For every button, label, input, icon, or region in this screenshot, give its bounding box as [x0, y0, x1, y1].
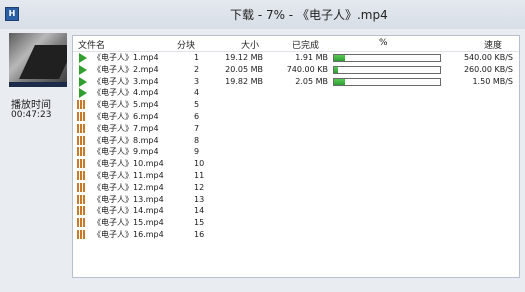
waiting-icon — [77, 135, 88, 146]
waiting-icon — [77, 111, 88, 122]
block-number: 10 — [194, 159, 205, 169]
table-row[interactable]: 《电子人》2.mp4 2 20.05 MB 740.00 KB 260.00 KB/S — [73, 64, 519, 76]
file-name: 《电子人》15.mp4 — [93, 218, 164, 228]
left-panel: 播放时间 00:47:23 — [0, 29, 70, 292]
file-name: 《电子人》13.mp4 — [93, 194, 164, 204]
progress-bar — [333, 65, 441, 74]
table-row[interactable]: 《电子人》8.mp4 8 — [73, 135, 519, 147]
progress-fill — [334, 78, 345, 85]
block-number: 9 — [194, 147, 200, 157]
table-row[interactable]: 《电子人》5.mp4 5 — [73, 99, 519, 111]
waiting-icon — [77, 194, 88, 205]
column-header-name[interactable]: 文件名 — [78, 38, 105, 51]
play-icon — [79, 64, 87, 75]
block-number: 7 — [194, 123, 200, 133]
file-list[interactable]: 文件名 分块 大小 已完成 % 速度 《电子人》1.mp4 1 19.12 MB 1.… — [72, 35, 520, 278]
block-number: 6 — [194, 111, 200, 121]
app-icon[interactable]: H — [5, 7, 19, 21]
block-number: 11 — [194, 170, 205, 180]
file-name: 《电子人》8.mp4 — [93, 135, 159, 145]
file-name: 《电子人》2.mp4 — [93, 64, 159, 74]
table-row[interactable]: 《电子人》16.mp4 16 — [73, 229, 519, 241]
column-header-speed[interactable]: 速度 — [484, 38, 502, 51]
play-icon — [79, 76, 87, 87]
waiting-icon — [77, 182, 88, 193]
block-number: 3 — [194, 76, 200, 86]
video-thumbnail[interactable] — [9, 33, 67, 87]
download-speed: 540.00 KB/S — [463, 53, 513, 62]
file-name: 《电子人》1.mp4 — [93, 53, 159, 62]
block-number: 1 — [194, 53, 200, 62]
file-name: 《电子人》11.mp4 — [93, 170, 164, 180]
progress-bar — [333, 77, 441, 86]
file-name: 《电子人》7.mp4 — [93, 123, 159, 133]
file-size: 20.05 MB — [225, 64, 263, 74]
table-row[interactable]: 《电子人》6.mp4 6 — [73, 111, 519, 123]
window-title: 下载 - 7% - 《电子人》.mp4 — [230, 8, 388, 22]
column-header-size[interactable]: 大小 — [241, 38, 259, 51]
download-speed: 260.00 KB/S — [463, 64, 513, 74]
play-icon — [79, 88, 87, 99]
block-number: 15 — [194, 218, 205, 228]
file-name: 《电子人》14.mp4 — [93, 206, 164, 216]
completed-size: 2.05 MB — [295, 76, 328, 86]
table-row[interactable]: 《电子人》10.mp4 10 — [73, 158, 519, 170]
download-speed: 1.50 MB/S — [472, 76, 513, 86]
file-name: 《电子人》3.mp4 — [93, 76, 159, 86]
progress-fill — [334, 66, 339, 73]
column-header-percent[interactable]: % — [379, 38, 388, 48]
play-time-label: 播放时间 — [11, 100, 51, 111]
table-row[interactable]: 《电子人》15.mp4 15 — [73, 217, 519, 229]
file-name: 《电子人》6.mp4 — [93, 111, 159, 121]
file-name: 《电子人》10.mp4 — [93, 159, 164, 169]
table-row[interactable]: 《电子人》4.mp4 4 — [73, 87, 519, 99]
table-row[interactable]: 《电子人》14.mp4 14 — [73, 205, 519, 217]
thumbnail-caption-bar — [9, 82, 67, 87]
waiting-icon — [77, 206, 88, 216]
file-size: 19.82 MB — [225, 76, 263, 86]
table-row[interactable]: 《电子人》1.mp4 1 19.12 MB 1.91 MB 540.00 KB/S — [73, 52, 519, 64]
thumbnail-figure — [19, 45, 67, 79]
waiting-icon — [77, 147, 88, 157]
table-row[interactable]: 《电子人》13.mp4 13 — [73, 194, 519, 206]
file-name: 《电子人》16.mp4 — [93, 229, 164, 239]
block-number: 12 — [194, 182, 205, 192]
block-number: 16 — [194, 229, 205, 239]
waiting-icon — [77, 100, 88, 110]
table-row[interactable]: 《电子人》11.mp4 11 — [73, 170, 519, 182]
block-number: 8 — [194, 135, 200, 145]
table-row[interactable]: 《电子人》9.mp4 9 — [73, 146, 519, 158]
list-header: 文件名 分块 大小 已完成 % 速度 — [73, 36, 519, 52]
file-name: 《电子人》5.mp4 — [93, 100, 159, 110]
file-name: 《电子人》12.mp4 — [93, 182, 164, 192]
block-number: 4 — [194, 88, 200, 98]
table-row[interactable]: 《电子人》7.mp4 7 — [73, 123, 519, 135]
table-row[interactable]: 《电子人》3.mp4 3 19.82 MB 2.05 MB 1.50 MB/S — [73, 76, 519, 88]
waiting-icon — [77, 170, 88, 181]
block-number: 5 — [194, 100, 200, 110]
file-size: 19.12 MB — [225, 53, 263, 62]
completed-size: 1.91 MB — [295, 53, 328, 62]
waiting-icon — [77, 218, 88, 228]
progress-bar — [333, 54, 441, 62]
status-bar — [72, 278, 518, 286]
table-row[interactable]: 《电子人》12.mp4 12 — [73, 182, 519, 194]
block-number: 2 — [194, 64, 200, 74]
column-header-done[interactable]: 已完成 — [292, 38, 319, 51]
waiting-icon — [77, 159, 88, 169]
play-icon — [79, 53, 87, 63]
waiting-icon — [77, 229, 88, 240]
play-time-value: 00:47:23 — [11, 110, 52, 120]
title-bar: H 下载 - 7% - 《电子人》.mp4 — [0, 0, 525, 29]
completed-size: 740.00 KB — [286, 64, 328, 74]
block-number: 13 — [194, 194, 205, 204]
waiting-icon — [77, 123, 88, 134]
file-name: 《电子人》9.mp4 — [93, 147, 159, 157]
list-body: 《电子人》1.mp4 1 19.12 MB 1.91 MB 540.00 KB/S 《电子… — [73, 52, 519, 241]
file-name: 《电子人》4.mp4 — [93, 88, 159, 98]
column-header-block[interactable]: 分块 — [177, 38, 195, 51]
progress-fill — [334, 55, 345, 61]
block-number: 14 — [194, 206, 205, 216]
